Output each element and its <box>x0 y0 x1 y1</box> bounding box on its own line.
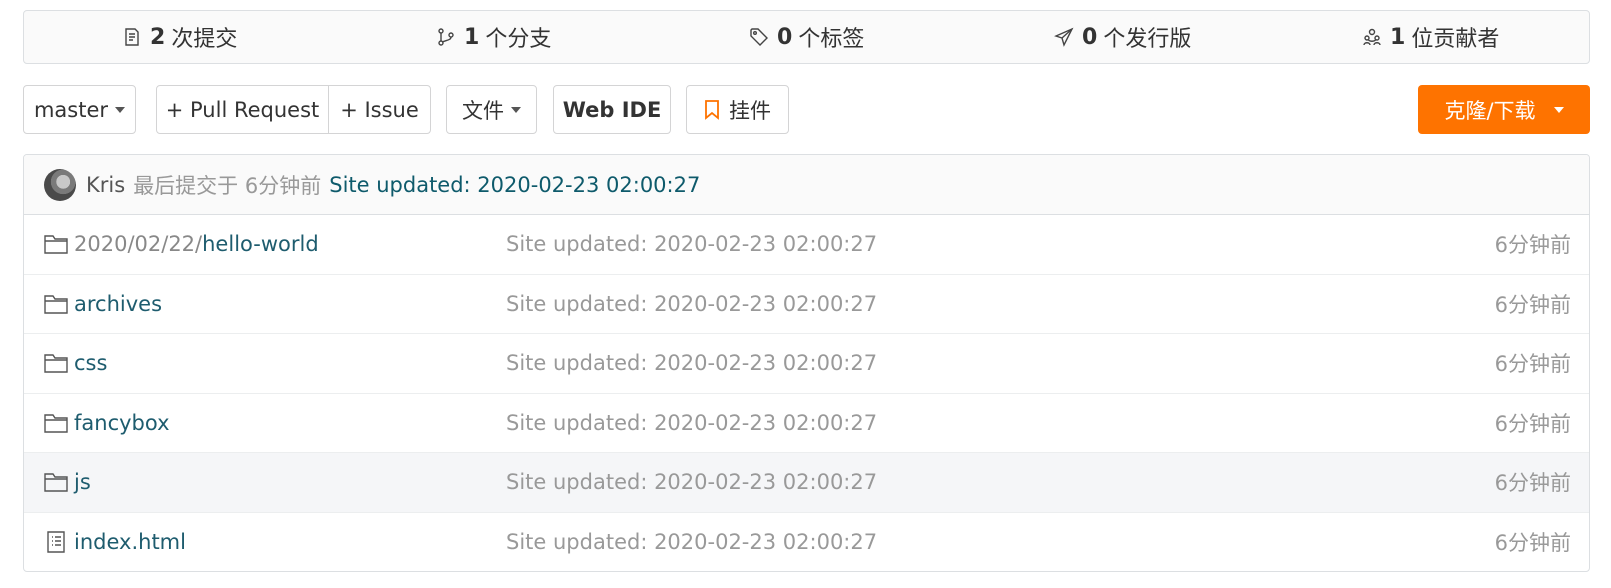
file-row[interactable]: fancybox Site updated: 2020-02-23 02:00:… <box>24 394 1589 453</box>
files-dropdown-label: 文件 <box>462 98 504 123</box>
commit-author[interactable]: Kris <box>86 173 125 197</box>
stat-contributors-label: 位贡献者 <box>1411 27 1500 52</box>
file-updated-time: 6分钟前 <box>1494 531 1571 556</box>
file-name[interactable]: archives <box>74 292 162 316</box>
chevron-down-icon <box>1553 106 1564 113</box>
folder-icon <box>44 295 68 314</box>
avatar[interactable] <box>44 168 76 201</box>
stat-contributors[interactable]: 1 位贡献者 <box>1362 11 1499 63</box>
stat-branches[interactable]: 1 个分支 <box>436 11 551 63</box>
stat-contributors-count: 1 <box>1390 24 1406 50</box>
file-updated-time: 6分钟前 <box>1494 292 1571 317</box>
stat-releases[interactable]: 0 个发行版 <box>1054 11 1191 63</box>
file-row[interactable]: css Site updated: 2020-02-23 02:00:27 6分… <box>24 334 1589 394</box>
stat-commits-count: 2 <box>150 24 166 50</box>
commit-icon <box>125 28 139 46</box>
commit-message[interactable]: Site updated: 2020-02-23 02:00:27 <box>329 173 700 197</box>
stat-tags-label: 个标签 <box>798 27 865 52</box>
file-updated-time: 6分钟前 <box>1494 352 1571 377</box>
stat-commits-label: 次提交 <box>171 27 238 52</box>
file-commit-message[interactable]: Site updated: 2020-02-23 02:00:27 <box>506 470 877 494</box>
file-name[interactable]: 2020/02/22/hello-world <box>74 232 319 256</box>
file-name-text: css <box>74 351 108 376</box>
file-commit-message[interactable]: Site updated: 2020-02-23 02:00:27 <box>506 351 877 375</box>
branch-select[interactable]: master <box>23 85 136 134</box>
folder-icon <box>44 354 68 373</box>
bookmark-icon <box>705 99 719 120</box>
file-row[interactable]: 2020/02/22/hello-world Site updated: 202… <box>24 215 1589 275</box>
file-name-text: hello-world <box>202 232 319 257</box>
file-name[interactable]: css <box>74 351 107 375</box>
file-row[interactable]: archives Site updated: 2020-02-23 02:00:… <box>24 275 1589 334</box>
file-tree: Kris 最后提交于 6分钟前 Site updated: 2020-02-23… <box>23 154 1590 572</box>
pr-issue-group: + Pull Request + Issue <box>156 85 431 134</box>
stat-branches-count: 1 <box>464 24 480 50</box>
tag-icon <box>750 28 768 46</box>
web-ide-button[interactable]: Web IDE <box>553 85 671 134</box>
branch-icon <box>438 28 454 46</box>
file-commit-message[interactable]: Site updated: 2020-02-23 02:00:27 <box>506 232 877 256</box>
stat-commits[interactable]: 2 次提交 <box>122 11 237 63</box>
folder-icon <box>44 473 68 492</box>
file-name[interactable]: index.html <box>74 530 186 554</box>
stat-branches-label: 个分支 <box>485 27 552 52</box>
chevron-down-icon <box>511 106 521 113</box>
release-icon <box>1054 27 1074 47</box>
stat-releases-count: 0 <box>1082 24 1098 50</box>
clone-download-label: 克隆/下载 <box>1444 98 1536 123</box>
file-commit-message[interactable]: Site updated: 2020-02-23 02:00:27 <box>506 292 877 316</box>
commit-time: 最后提交于 6分钟前 <box>133 173 322 198</box>
plugin-button[interactable]: 挂件 <box>686 85 789 134</box>
folder-icon <box>44 414 68 433</box>
file-commit-message[interactable]: Site updated: 2020-02-23 02:00:27 <box>506 411 877 435</box>
new-pull-request-button[interactable]: + Pull Request <box>157 86 329 133</box>
new-issue-button[interactable]: + Issue <box>329 86 430 133</box>
stat-tags[interactable]: 0 个标签 <box>749 11 864 63</box>
file-updated-time: 6分钟前 <box>1494 471 1571 496</box>
file-name-text: archives <box>74 291 163 316</box>
branch-select-label: master <box>33 97 109 122</box>
latest-commit-bar: Kris 最后提交于 6分钟前 Site updated: 2020-02-23… <box>24 155 1589 215</box>
file-name-text: fancybox <box>74 410 170 435</box>
stat-tags-count: 0 <box>777 24 793 50</box>
file-icon <box>47 531 65 553</box>
file-name-text: index.html <box>74 530 186 555</box>
file-row[interactable]: js Site updated: 2020-02-23 02:00:27 6分钟… <box>24 453 1589 513</box>
files-dropdown[interactable]: 文件 <box>446 85 537 134</box>
clone-download-button[interactable]: 克隆/下载 <box>1418 85 1590 134</box>
file-commit-message[interactable]: Site updated: 2020-02-23 02:00:27 <box>506 530 877 554</box>
file-path-prefix: 2020/02/22/ <box>74 232 203 257</box>
file-name-text: js <box>74 470 91 495</box>
file-name[interactable]: js <box>74 470 91 494</box>
file-row[interactable]: index.html Site updated: 2020-02-23 02:0… <box>24 513 1589 572</box>
file-updated-time: 6分钟前 <box>1494 411 1571 436</box>
folder-icon <box>44 235 68 254</box>
plugin-button-label: 挂件 <box>729 98 771 123</box>
file-updated-time: 6分钟前 <box>1494 233 1571 258</box>
repo-stats-bar: 2 次提交 1 个分支 0 个标签 0 个发行版 1 位贡献者 <box>23 10 1590 64</box>
stat-releases-label: 个发行版 <box>1103 27 1192 52</box>
file-name[interactable]: fancybox <box>74 411 170 435</box>
chevron-down-icon <box>115 106 126 113</box>
contributors-icon <box>1363 28 1381 46</box>
